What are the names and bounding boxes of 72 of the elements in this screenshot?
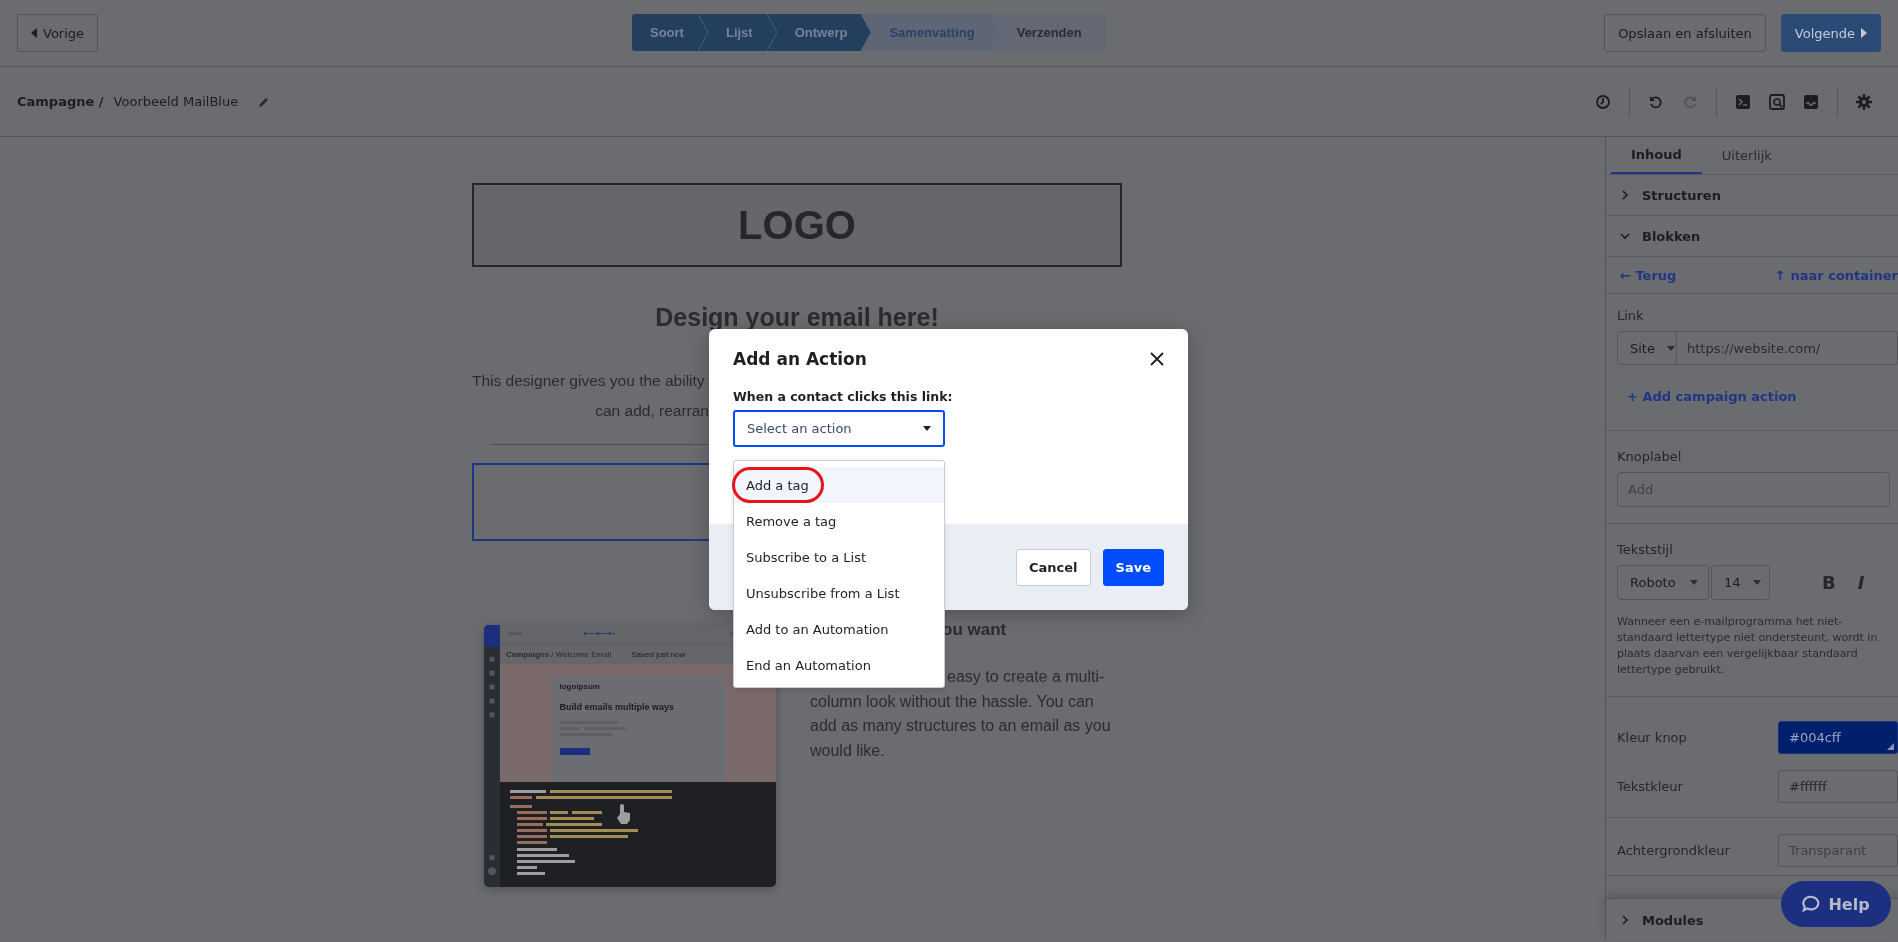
inbox-icon[interactable] [1803,93,1819,110]
chevron-right-icon [1620,190,1630,200]
save-button[interactable]: Save [1102,548,1164,586]
logo-block[interactable]: LOGO [472,183,1122,267]
section-header[interactable]: Structuren [1606,175,1898,216]
step-tab[interactable]: Verzenden [998,14,1106,51]
screenshot-status: Saved just now [631,649,686,659]
chevron-right-icon [1620,915,1630,925]
section-text: column look without the hassle. You can [810,691,1094,712]
menu-option[interactable]: Remove a tag [734,503,944,539]
font-size-dropdown[interactable]: 14 [1711,565,1770,600]
chevron-divider [988,14,999,51]
section-text: would like. [810,740,885,761]
section-header[interactable]: Modules [1606,899,1714,941]
save-and-exit-button[interactable]: Opslaan en afsluiten [1604,14,1766,52]
section-text: easy to create a multi- [947,667,1105,687]
dialog-title: Add an Action [733,349,867,369]
email-heading: Design your email here! [654,303,940,332]
logo-text: LOGO [738,202,856,248]
color-field[interactable]: #ffffff [1778,770,1898,803]
pencil-icon[interactable] [258,95,271,108]
add-campaign-action-link[interactable]: + Add campaign action [1617,365,1898,430]
font-dropdown[interactable]: Roboto [1617,565,1709,600]
back-link[interactable]: ← Terug [1620,267,1677,283]
field-label: Tekststijl [1617,542,1674,557]
section-header[interactable]: Blokken [1606,216,1898,257]
intro-text: can add, rearran [594,401,709,421]
close-icon[interactable] [1150,352,1164,366]
bold-button[interactable]: B [1822,572,1836,593]
action-select[interactable]: Select an action [733,410,945,447]
step-tab[interactable]: Ontwerp [776,14,872,51]
cancel-button[interactable]: Cancel [1016,548,1091,586]
step-tab[interactable]: Lijst [707,14,777,51]
help-button[interactable]: Help [1781,881,1891,927]
field-label: When a contact clicks this link: [733,389,954,404]
back-button[interactable]: Vorige [17,14,99,52]
history-icon[interactable] [1595,93,1611,110]
url-field[interactable]: https://website.com/ [1677,331,1898,365]
screenshot-brand: logoipsum [559,682,601,691]
caret-right-icon [1861,28,1867,38]
step-tab[interactable]: Soort [632,14,708,51]
code-icon[interactable] [1735,93,1751,110]
section-text: add as many structures to an email as you [810,716,1111,736]
field-label: Link [1617,308,1645,323]
to-container-link[interactable]: ↑ naar container [1775,267,1898,283]
chevron-divider [766,14,777,51]
menu-option[interactable]: Subscribe to a List [734,539,944,575]
menu-option[interactable]: End an Automation [734,647,944,683]
color-picker-field[interactable]: #004cff [1778,721,1898,754]
menu-option[interactable]: Add a tag [734,467,944,503]
chat-bubble-icon [1802,895,1821,913]
settings-icon[interactable] [1856,93,1872,110]
menu-option[interactable]: Add to an Automation [734,611,944,647]
chevron-down-icon [1620,231,1630,241]
screenshot-headline: Build emails multiple ways [559,702,676,712]
italic-button[interactable]: I [1857,572,1865,593]
chevron-divider [697,14,708,51]
campaign-name: Voorbeeld MailBlue [113,94,239,109]
undo-icon[interactable] [1648,93,1664,110]
next-button[interactable]: Volgende [1780,14,1881,52]
field-label: Kleur knop [1617,730,1687,745]
link-type-dropdown[interactable]: Site [1617,331,1677,365]
field-label: Achtergrondkleur [1617,843,1730,858]
preview-icon[interactable] [1769,93,1785,110]
panel-tab[interactable]: Uiterlijk [1701,137,1792,174]
field-label: Knoplabel [1617,449,1683,464]
menu-option[interactable]: Unsubscribe from a List [734,575,944,611]
caret-left-icon [31,28,37,38]
intro-text: This designer gives you the ability [472,371,706,391]
field-label: Tekstkleur [1617,779,1683,794]
panel-tab[interactable]: Inhoud [1611,137,1702,174]
breadcrumb-link[interactable]: Campagne / [17,94,104,109]
